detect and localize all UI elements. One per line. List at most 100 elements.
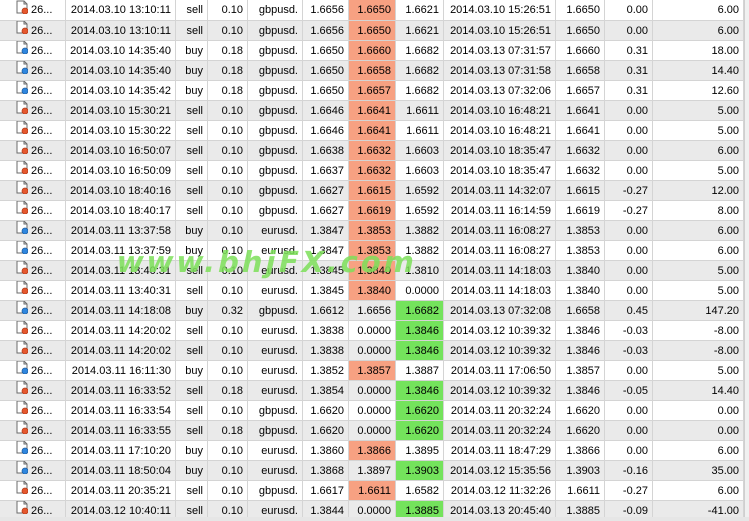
- open-time-cell: 2014.03.10 14:35:40: [66, 41, 176, 60]
- table-row[interactable]: 26... 2014.03.11 14:20:02 sell 0.10 eurusd. 1…: [0, 321, 749, 341]
- trade-document-icon: [16, 21, 29, 40]
- table-row[interactable]: 26... 2014.03.11 16:33:54 sell 0.10 gbpusd. 1…: [0, 401, 749, 421]
- table-row[interactable]: 26... 2014.03.11 18:50:04 buy 0.10 eurusd. 1.…: [0, 461, 749, 481]
- open-price-cell: 1.6627: [303, 201, 349, 220]
- open-price-cell: 1.6650: [303, 81, 349, 100]
- open-price-cell: 1.3847: [303, 241, 349, 260]
- profit-cell: 6.00: [653, 221, 744, 240]
- ticket-text: 26...: [31, 344, 53, 357]
- open-price-cell: 1.3838: [303, 341, 349, 360]
- table-row[interactable]: 26... 2014.03.11 17:10:20 buy 0.10 eurusd. 1.…: [0, 441, 749, 461]
- table-row[interactable]: 26... 2014.03.10 15:30:22 sell 0.10 gbpusd. 1…: [0, 121, 749, 141]
- size-cell: 0.18: [208, 41, 248, 60]
- ticket-cell: 26...: [14, 121, 66, 140]
- take-profit-cell: 0.0000: [396, 281, 444, 300]
- symbol-cell: gbpusd.: [248, 121, 303, 140]
- table-row[interactable]: 26... 2014.03.11 13:40:31 sell 0.10 eurusd. 1…: [0, 281, 749, 301]
- symbol-cell: gbpusd.: [248, 61, 303, 80]
- swap-cell: -0.16: [605, 461, 653, 480]
- stop-loss-cell: 1.6619: [349, 201, 396, 220]
- open-time-cell: 2014.03.11 16:33:55: [66, 421, 176, 440]
- table-row[interactable]: 26... 2014.03.11 16:11:30 buy 0.10 eurusd. 1.…: [0, 361, 749, 381]
- stop-loss-cell: 1.6660: [349, 41, 396, 60]
- profit-cell: 6.00: [653, 481, 744, 500]
- type-cell: buy: [176, 441, 208, 460]
- symbol-cell: gbpusd.: [248, 81, 303, 100]
- symbol-cell: eurusd.: [248, 341, 303, 360]
- ticket-cell: 26...: [14, 241, 66, 260]
- trade-document-icon: [16, 261, 29, 280]
- table-row[interactable]: 26... 2014.03.10 16:50:07 sell 0.10 gbpusd. 1…: [0, 141, 749, 161]
- size-cell: 0.10: [208, 461, 248, 480]
- ticket-cell: 26...: [14, 401, 66, 420]
- vertical-scrollbar[interactable]: [744, 0, 749, 521]
- close-price-cell: 1.6658: [556, 301, 605, 320]
- ticket-text: 26...: [31, 364, 53, 377]
- ticket-text: 26...: [31, 144, 53, 157]
- symbol-cell: gbpusd.: [248, 301, 303, 320]
- table-row[interactable]: 26... 2014.03.10 13:10:11 sell 0.10 gbpusd. 1…: [0, 0, 749, 21]
- ticket-text: 26...: [31, 4, 53, 16]
- close-price-cell: 1.6632: [556, 141, 605, 160]
- ticket-text: 26...: [31, 84, 53, 97]
- table-row[interactable]: 26... 2014.03.10 14:35:40 buy 0.18 gbpusd. 1.…: [0, 41, 749, 61]
- profit-cell: 18.00: [653, 41, 744, 60]
- take-profit-cell: 1.3846: [396, 381, 444, 400]
- table-row[interactable]: 26... 2014.03.10 16:50:09 sell 0.10 gbpusd. 1…: [0, 161, 749, 181]
- open-price-cell: 1.3860: [303, 441, 349, 460]
- size-cell: 0.18: [208, 421, 248, 440]
- size-cell: 0.10: [208, 241, 248, 260]
- swap-cell: 0.00: [605, 121, 653, 140]
- symbol-cell: gbpusd.: [248, 201, 303, 220]
- symbol-cell: gbpusd.: [248, 401, 303, 420]
- profit-cell: 14.40: [653, 61, 744, 80]
- type-cell: sell: [176, 141, 208, 160]
- table-row[interactable]: 26... 2014.03.10 14:35:40 buy 0.18 gbpusd. 1.…: [0, 61, 749, 81]
- stop-loss-cell: 0.0000: [349, 381, 396, 400]
- ticket-text: 26...: [31, 464, 53, 477]
- table-row[interactable]: 26... 2014.03.10 18:40:16 sell 0.10 gbpusd. 1…: [0, 181, 749, 201]
- close-price-cell: 1.3866: [556, 441, 605, 460]
- open-time-cell: 2014.03.10 16:50:09: [66, 161, 176, 180]
- table-row[interactable]: 26... 2014.03.10 13:10:11 sell 0.10 gbpusd. 1…: [0, 21, 749, 41]
- type-cell: buy: [176, 81, 208, 100]
- close-price-cell: 1.6611: [556, 481, 605, 500]
- close-time-cell: 2014.03.12 15:35:56: [444, 461, 556, 480]
- close-price-cell: 1.6620: [556, 401, 605, 420]
- ticket-text: 26...: [31, 164, 53, 177]
- table-row[interactable]: 26... 2014.03.11 20:35:21 sell 0.10 gbpusd. 1…: [0, 481, 749, 501]
- open-time-cell: 2014.03.11 13:37:59: [66, 241, 176, 260]
- swap-cell: 0.00: [605, 281, 653, 300]
- type-cell: buy: [176, 361, 208, 380]
- take-profit-cell: 1.3846: [396, 321, 444, 340]
- table-row[interactable]: 26... 2014.03.11 13:40:31 sell 0.10 eurusd. 1…: [0, 261, 749, 281]
- trade-document-icon: [16, 461, 29, 480]
- table-row[interactable]: 26... 2014.03.10 18:40:17 sell 0.10 gbpusd. 1…: [0, 201, 749, 221]
- ticket-cell: 26...: [14, 141, 66, 160]
- table-row[interactable]: 26... 2014.03.11 16:33:55 sell 0.18 gbpusd. 1…: [0, 421, 749, 441]
- ticket-text: 26...: [31, 264, 53, 277]
- table-row[interactable]: 26... 2014.03.11 13:37:58 buy 0.10 eurusd. 1.…: [0, 221, 749, 241]
- table-row[interactable]: 26... 2014.03.11 14:20:02 sell 0.10 eurusd. 1…: [0, 341, 749, 361]
- table-row[interactable]: 26... 2014.03.11 13:37:59 buy 0.10 eurusd. 1.…: [0, 241, 749, 261]
- stop-loss-cell: 1.6632: [349, 141, 396, 160]
- profit-cell: 147.20: [653, 301, 744, 320]
- close-time-cell: 2014.03.13 07:31:58: [444, 61, 556, 80]
- horizontal-scrollbar[interactable]: [0, 517, 749, 521]
- ticket-cell: 26...: [14, 301, 66, 320]
- table-row[interactable]: 26... 2014.03.10 15:30:21 sell 0.10 gbpusd. 1…: [0, 101, 749, 121]
- table-row[interactable]: 26... 2014.03.11 14:18:08 buy 0.32 gbpusd. 1.…: [0, 301, 749, 321]
- swap-cell: 0.31: [605, 81, 653, 100]
- take-profit-cell: 1.3887: [396, 361, 444, 380]
- open-time-cell: 2014.03.11 20:35:21: [66, 481, 176, 500]
- table-row[interactable]: 26... 2014.03.10 14:35:42 buy 0.18 gbpusd. 1.…: [0, 81, 749, 101]
- close-time-cell: 2014.03.11 20:32:24: [444, 401, 556, 420]
- table-row[interactable]: 26... 2014.03.11 16:33:52 sell 0.18 eurusd. 1…: [0, 381, 749, 401]
- close-time-cell: 2014.03.13 07:32:08: [444, 301, 556, 320]
- close-price-cell: 1.3853: [556, 221, 605, 240]
- open-time-cell: 2014.03.11 16:33:52: [66, 381, 176, 400]
- swap-cell: 0.00: [605, 241, 653, 260]
- stop-loss-cell: 1.3897: [349, 461, 396, 480]
- size-cell: 0.10: [208, 401, 248, 420]
- swap-cell: -0.03: [605, 321, 653, 340]
